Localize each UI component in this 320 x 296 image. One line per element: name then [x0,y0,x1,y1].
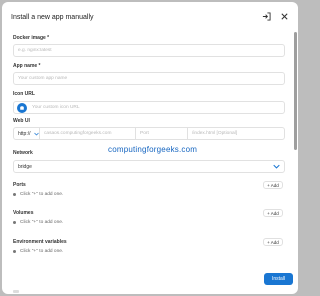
network-value: bridge [18,163,32,170]
ports-title: Ports [13,182,26,188]
install-button[interactable]: Install [264,273,293,285]
dialog-content: Docker image * App name * Icon URL Your … [11,32,287,294]
bullet-icon [13,221,16,224]
app-name-label: App name * [13,63,41,69]
install-app-dialog: Install a new app manually Docker image … [2,2,298,294]
ports-hint: Click "+" to add one. [13,192,63,197]
add-volume-button[interactable]: + Add [263,209,283,217]
web-ui-field: http:// casaos.computingforgeeks.com Por… [13,127,285,140]
web-ui-host-input[interactable]: casaos.computingforgeeks.com [40,128,136,139]
add-port-button[interactable]: + Add [263,181,283,189]
network-select[interactable]: bridge [13,160,285,173]
app-icon-preview [17,103,27,113]
network-label: Network [13,150,33,156]
bullet-icon [13,193,16,196]
icon-url-input[interactable]: Your custom icon URL [32,105,80,110]
env-vars-hint: Click "+" to add one. [13,249,63,254]
env-vars-hint-text: Click "+" to add one. [20,249,64,254]
icon-url-label: Icon URL [13,91,35,97]
bullet-icon [13,250,16,253]
web-ui-label: Web UI [13,118,30,124]
chevron-down-icon [273,164,280,169]
header-actions [262,12,289,21]
import-icon[interactable] [262,12,271,21]
app-icon [20,106,24,110]
dialog-header: Install a new app manually [2,2,298,32]
volumes-title: Volumes [13,210,34,216]
docker-image-input[interactable] [13,44,285,57]
protocol-value: http:// [18,130,31,137]
watermark-text: computingforgeeks.com [108,145,198,154]
web-ui-path-input[interactable]: /index.html [Optional] [188,128,284,139]
app-name-input[interactable] [13,72,285,85]
web-ui-port-input[interactable]: Port [136,128,188,139]
env-vars-title: Environment variables [13,239,67,245]
protocol-select[interactable]: http:// [14,128,40,139]
icon-url-field[interactable]: Your custom icon URL [13,101,285,114]
ports-hint-text: Click "+" to add one. [20,192,64,197]
volumes-hint: Click "+" to add one. [13,220,63,225]
volumes-hint-text: Click "+" to add one. [20,220,64,225]
dialog-title: Install a new app manually [11,13,94,21]
scrollbar-thumb[interactable] [294,32,297,150]
next-section-cutoff [13,290,19,293]
chevron-down-icon [33,132,39,135]
close-icon[interactable] [280,12,289,21]
add-env-var-button[interactable]: + Add [263,238,283,246]
docker-image-label: Docker image * [13,35,50,41]
